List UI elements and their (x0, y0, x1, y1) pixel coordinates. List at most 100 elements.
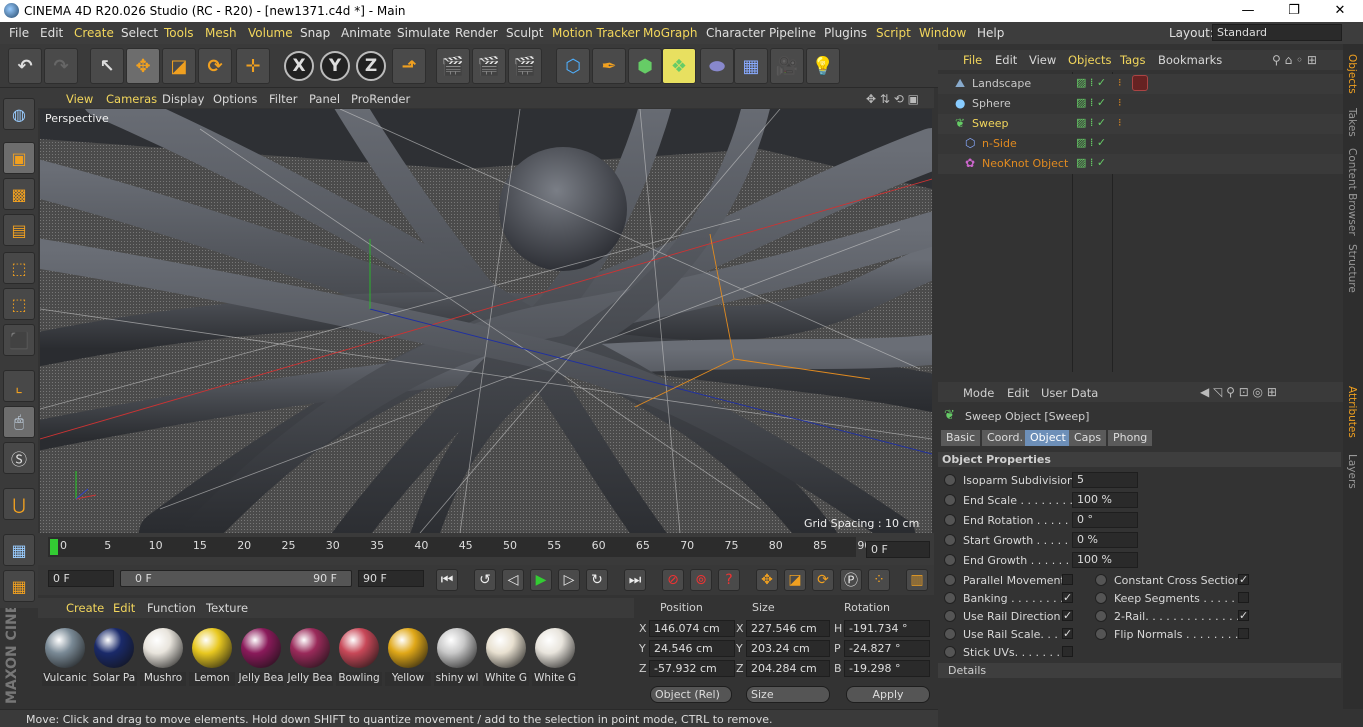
menu-motion-tracker[interactable]: Motion Tracker (552, 26, 640, 40)
end-frame-field[interactable]: 90 F (358, 570, 424, 587)
animate-dot-icon[interactable] (944, 534, 956, 546)
object-row[interactable]: ⬡ n-Side ▨ ⁞ ✓ (938, 134, 1343, 154)
animate-dot-icon[interactable] (944, 474, 956, 486)
snapping-magnet-button[interactable]: ⋃ (3, 488, 35, 520)
rotation-field[interactable]: -191.734 ° (844, 620, 930, 637)
menu-select[interactable]: Select (121, 26, 158, 40)
menu-script[interactable]: Script (876, 26, 911, 40)
property-checkbox[interactable]: ✓ (1062, 592, 1073, 603)
subdivision-surface-button[interactable]: ⬢ (628, 48, 662, 84)
viewport-menu-panel[interactable]: Panel (309, 92, 340, 106)
object-name[interactable]: Sphere (972, 97, 1011, 110)
menu-tools[interactable]: Tools (164, 26, 194, 40)
property-checkbox[interactable] (1062, 646, 1073, 657)
animate-dot-icon[interactable] (944, 514, 956, 526)
object-name[interactable]: Sweep (972, 117, 1009, 130)
deformer-button[interactable]: ⬬ (700, 48, 734, 84)
animate-dot-icon[interactable] (944, 628, 956, 640)
3d-viewport[interactable]: Perspective Grid Spacing : 10 cm (40, 109, 932, 533)
apply-button[interactable]: Apply (846, 686, 930, 703)
property-value-field[interactable]: 0 ° (1072, 512, 1138, 528)
animate-dot-icon[interactable] (944, 610, 956, 622)
camera-object-button[interactable]: 🎥 (770, 48, 804, 84)
point-level-key-button[interactable]: ⁘ (868, 569, 890, 591)
phong-tag-icon[interactable]: ⁝ (1118, 96, 1122, 109)
cube-object-button[interactable]: ⬡ (556, 48, 590, 84)
render-picture-viewer-button[interactable]: 🎬 (472, 48, 506, 84)
polygons-mode-button[interactable]: ⬛ (3, 324, 35, 356)
property-value-field[interactable]: 100 % (1072, 552, 1138, 568)
menu-render[interactable]: Render (455, 26, 498, 40)
rotation-field[interactable]: -19.298 ° (844, 660, 930, 677)
visibility-toggles[interactable]: ▨ ⁞ ✓ (1076, 116, 1106, 129)
attr-nav-icons[interactable]: ◀ ◹ ⚲ ⊡ ◎ ⊞ (1200, 385, 1277, 399)
menu-window[interactable]: Window (919, 26, 966, 40)
move-tool-button[interactable]: ✥ (126, 48, 160, 84)
menu-snap[interactable]: Snap (300, 26, 330, 40)
menu-volume[interactable]: Volume (248, 26, 293, 40)
material-menu-texture[interactable]: Texture (206, 601, 248, 615)
play-button[interactable]: ▶ (530, 569, 552, 591)
material-swatch[interactable]: Solar Pa (91, 626, 137, 688)
playhead[interactable] (50, 539, 58, 555)
om-menu-edit[interactable]: Edit (995, 53, 1017, 67)
menu-sculpt[interactable]: Sculpt (506, 26, 543, 40)
animate-dot-icon[interactable] (944, 592, 956, 604)
menu-mograph[interactable]: MoGraph (643, 26, 698, 40)
position-field[interactable]: 146.074 cm (649, 620, 735, 637)
details-header[interactable]: Details (938, 663, 1341, 678)
menu-plugins[interactable]: Plugins (824, 26, 867, 40)
viewport-menu-view[interactable]: View (66, 92, 93, 106)
animate-dot-icon[interactable] (1095, 592, 1107, 604)
scale-key-button[interactable]: ◪ (784, 569, 806, 591)
texture-mode-button[interactable]: ▩ (3, 178, 35, 210)
viewport-menu-cameras[interactable]: Cameras (106, 92, 157, 106)
attr-menu-edit[interactable]: Edit (1007, 386, 1029, 400)
floor-object-button[interactable]: ▦ (734, 48, 768, 84)
property-value-field[interactable]: 100 % (1072, 492, 1138, 508)
coordinate-system-button[interactable]: ⬏ (392, 48, 426, 84)
animate-dot-icon[interactable] (1095, 628, 1107, 640)
material-swatch[interactable]: Lemon (189, 626, 235, 688)
attr-menu-user-data[interactable]: User Data (1041, 386, 1098, 400)
om-menu-file[interactable]: File (963, 53, 982, 67)
viewport-nav-icons[interactable]: ✥ ⇅ ⟲ ▣ (866, 92, 919, 106)
object-name[interactable]: n-Side (982, 137, 1017, 150)
go-to-end-button[interactable]: ⏭ (624, 569, 646, 591)
viewport-menu-display[interactable]: Display (162, 92, 204, 106)
render-settings-button[interactable]: 🎬 (508, 48, 542, 84)
animate-dot-icon[interactable] (944, 554, 956, 566)
size-field[interactable]: 204.284 cm (746, 660, 830, 677)
side-tab-layers[interactable]: Layers (1346, 454, 1358, 489)
tab-object[interactable]: Object (1025, 430, 1071, 446)
material-swatch[interactable]: shiny wl (434, 626, 480, 688)
tab-phong[interactable]: Phong (1108, 430, 1153, 446)
z-axis-lock-button[interactable]: Z (356, 51, 386, 81)
viewport-menu-filter[interactable]: Filter (269, 92, 297, 106)
position-key-button[interactable]: ✥ (756, 569, 778, 591)
record-active-button[interactable]: ⊘ (662, 569, 684, 591)
side-tab-takes[interactable]: Takes (1346, 108, 1358, 137)
property-checkbox[interactable]: ✓ (1238, 610, 1249, 621)
layout-select[interactable]: Standard (1212, 24, 1342, 41)
attr-menu-mode[interactable]: Mode (963, 386, 994, 400)
timeline-window-button[interactable]: ▥ (906, 569, 928, 591)
close-button[interactable]: ✕ (1317, 0, 1363, 22)
y-axis-lock-button[interactable]: Y (320, 51, 350, 81)
menu-simulate[interactable]: Simulate (397, 26, 450, 40)
start-frame-field[interactable]: 0 F (48, 570, 114, 587)
planar-workplane-button[interactable]: ▦ (3, 570, 35, 602)
om-menu-tags[interactable]: Tags (1120, 53, 1145, 67)
om-menu-bookmarks[interactable]: Bookmarks (1158, 53, 1222, 67)
tab-basic[interactable]: Basic (941, 430, 981, 446)
tweak-mode-button[interactable]: 🖱 (3, 406, 35, 438)
snap-button[interactable]: Ⓢ (3, 442, 35, 474)
maximize-button[interactable]: ❐ (1271, 0, 1317, 22)
position-field[interactable]: 24.546 cm (649, 640, 735, 657)
property-checkbox[interactable]: ✓ (1062, 628, 1073, 639)
viewport-menu-options[interactable]: Options (213, 92, 257, 106)
property-checkbox[interactable] (1062, 574, 1073, 585)
render-view-button[interactable]: 🎬 (436, 48, 470, 84)
rotate-tool-button[interactable]: ⟳ (198, 48, 232, 84)
object-name[interactable]: NeoKnot Object (982, 157, 1068, 170)
